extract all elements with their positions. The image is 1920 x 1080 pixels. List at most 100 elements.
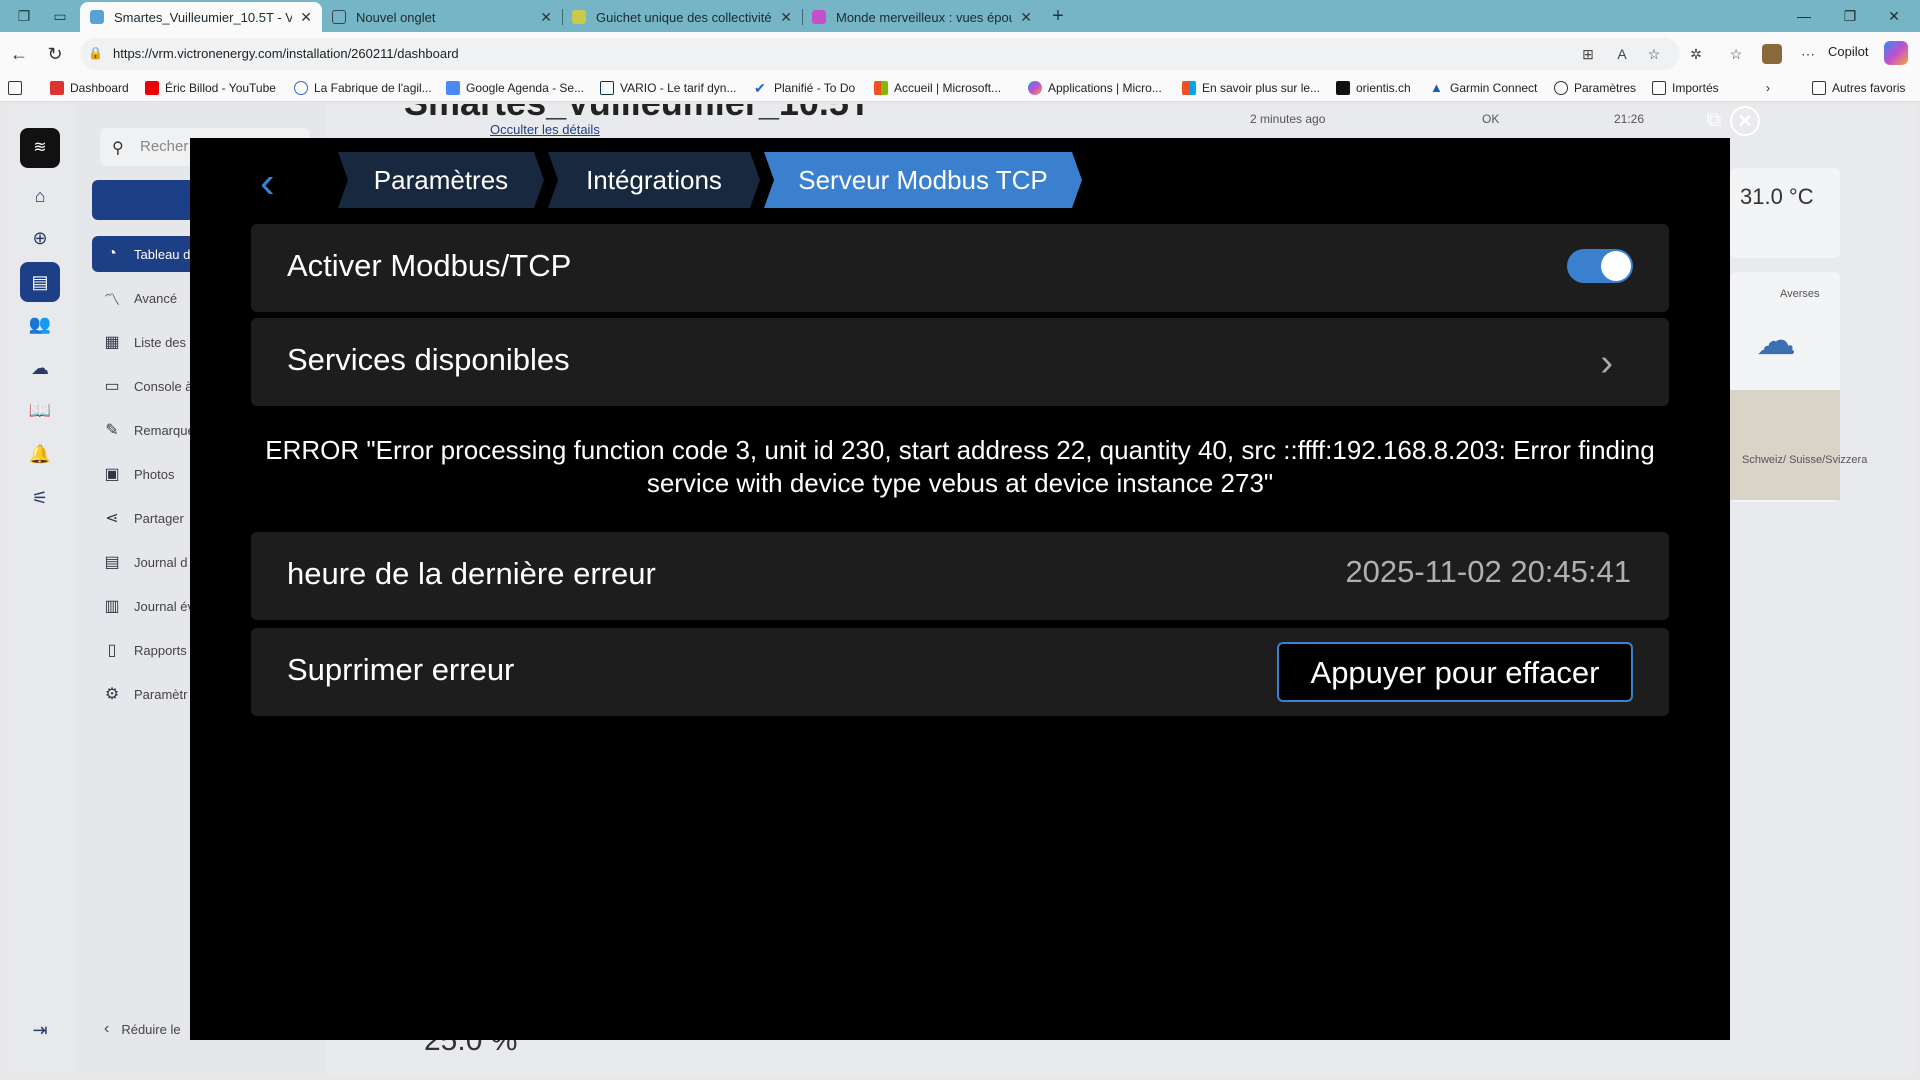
installation-icon[interactable]: ▤ xyxy=(20,262,60,302)
error-message: ERROR "Error processing function code 3,… xyxy=(265,435,1655,498)
extensions-icon[interactable]: ✲ xyxy=(1686,44,1706,64)
menu-label: Console à xyxy=(134,378,193,394)
vario-icon xyxy=(600,81,614,95)
menu-label: Rapports xyxy=(134,642,187,658)
sliders-icon[interactable]: ⚟ xyxy=(28,486,52,510)
note-icon: ✎ xyxy=(105,422,119,439)
bookmark-vario[interactable]: VARIO - Le tarif dyn... xyxy=(600,81,736,95)
microsoft-icon xyxy=(874,81,888,95)
bookmark-garmin[interactable]: ▲ Garmin Connect xyxy=(1430,80,1537,96)
home-icon[interactable]: ⌂ xyxy=(28,184,52,208)
bookmark-parametres[interactable]: Paramètres xyxy=(1554,81,1636,95)
read-aloud-icon[interactable]: A xyxy=(1612,44,1632,64)
close-tab-icon[interactable]: ✕ xyxy=(1020,9,1032,26)
back-arrow-icon[interactable]: ‹ xyxy=(260,158,290,208)
breadcrumb-integrations[interactable]: Intégrations xyxy=(548,152,760,208)
bookmark-dashboard[interactable]: Dashboard xyxy=(50,81,129,95)
address-bar-row: ← ↻ 🔒 https://vrm.victronenergy.com/inst… xyxy=(0,32,1920,76)
victron-logo-icon[interactable]: ≋ xyxy=(20,128,60,168)
copilot-icon[interactable] xyxy=(1884,41,1908,65)
weather-label: Averses xyxy=(1780,288,1820,300)
bookmark-importes[interactable]: Importés xyxy=(1652,81,1719,95)
local-time: 21:26 xyxy=(1614,112,1645,126)
close-window-icon[interactable]: ✕ xyxy=(1874,4,1914,28)
installation-title: Smartes_Vuilleumier_10.5T xyxy=(404,104,871,124)
search-icon: ⚲ xyxy=(112,140,124,157)
calendar-icon: ▥ xyxy=(104,598,120,615)
minimize-icon[interactable]: — xyxy=(1784,4,1824,28)
breadcrumb-modbus-tcp[interactable]: Serveur Modbus TCP xyxy=(764,152,1082,208)
breadcrumb-parametres[interactable]: Paramètres xyxy=(338,152,544,208)
back-icon[interactable]: ← xyxy=(8,43,30,65)
temperature-value: 31.0 °C xyxy=(1740,184,1814,209)
menu-label: Photos xyxy=(134,466,175,482)
bookmark-label: En savoir plus sur le... xyxy=(1202,81,1321,95)
hide-details-link[interactable]: Occulter les détails xyxy=(490,122,600,137)
bookmark-microsoft[interactable]: Accueil | Microsoft... xyxy=(874,81,1001,95)
bookmark-other-favorites[interactable]: Autres favoris xyxy=(1812,81,1905,95)
bookmark-label: Autres favoris xyxy=(1832,81,1906,95)
bookmark-orientis[interactable]: orientis.ch xyxy=(1336,81,1411,95)
apps-icon xyxy=(1028,81,1042,95)
bookmark-youtube[interactable]: Éric Billod - YouTube xyxy=(145,81,276,95)
logout-icon[interactable]: ⇥ xyxy=(28,1018,52,1042)
search-placeholder: Recher xyxy=(140,138,189,155)
bookmark-en-savoir-plus[interactable]: En savoir plus sur le... xyxy=(1182,81,1320,95)
bookmark-label: Importés xyxy=(1672,81,1719,95)
refresh-icon[interactable]: ↻ xyxy=(44,43,66,65)
check-icon: ✔ xyxy=(754,80,766,96)
folder-icon xyxy=(1652,81,1666,95)
url-field[interactable]: 🔒 https://vrm.victronenergy.com/installa… xyxy=(80,38,1680,70)
workspaces-icon[interactable]: ❐ xyxy=(14,6,34,26)
location-map[interactable] xyxy=(1730,390,1840,500)
enable-modbus-row[interactable]: Activer Modbus/TCP xyxy=(251,224,1669,312)
tab-monde[interactable]: Monde merveilleux : vues époust ✕ xyxy=(802,2,1042,32)
dashboard-icon xyxy=(50,81,64,95)
bookmarks-bar: Dashboard Éric Billod - YouTube La Fabri… xyxy=(0,76,1920,102)
copilot-button[interactable]: Copilot xyxy=(1828,44,1868,59)
garmin-icon: ▲ xyxy=(1430,80,1443,95)
chevron-right-icon[interactable]: › xyxy=(1766,81,1770,95)
bookmark-label: Accueil | Microsoft... xyxy=(894,81,1002,95)
bookmark-fabrique[interactable]: La Fabrique de l'agil... xyxy=(294,81,432,95)
team-icon[interactable]: 👥 xyxy=(28,312,52,336)
vertical-tabs-icon[interactable]: ▭ xyxy=(50,6,70,26)
enable-modbus-toggle[interactable] xyxy=(1567,249,1633,283)
favorite-star-icon[interactable]: ☆ xyxy=(1644,44,1664,64)
vrm-favicon-icon xyxy=(90,10,104,24)
last-error-time-row: heure de la dernière erreur 2025-11-02 2… xyxy=(251,532,1669,620)
bookmark-applications[interactable]: Applications | Micro... xyxy=(1028,81,1162,95)
menu-label: Tableau d xyxy=(134,246,191,262)
menu-label: Remarque xyxy=(134,422,195,438)
tab-guichet[interactable]: Guichet unique des collectivités p ✕ xyxy=(562,2,802,32)
collapse-menu-button[interactable]: ‹ Réduire le xyxy=(92,1020,181,1038)
page-favicon-icon xyxy=(332,10,346,24)
favorites-icon[interactable]: ☆ xyxy=(1726,44,1746,64)
close-tab-icon[interactable]: ✕ xyxy=(780,9,792,26)
bookmark-label: VARIO - Le tarif dyn... xyxy=(620,81,737,95)
close-icon[interactable]: ✕ xyxy=(1730,106,1760,136)
profile-avatar[interactable] xyxy=(1762,44,1782,64)
close-tab-icon[interactable]: ✕ xyxy=(300,9,312,26)
map-label: Schweiz/ Suisse/Svizzera xyxy=(1742,454,1868,466)
book-icon[interactable]: 📖 xyxy=(28,398,52,422)
close-tab-icon[interactable]: ✕ xyxy=(540,9,552,26)
restore-icon[interactable]: ❐ xyxy=(1830,4,1870,28)
bookmark-google-agenda[interactable]: Google Agenda - Se... xyxy=(446,81,584,95)
globe-icon xyxy=(1554,81,1568,95)
cloud-icon[interactable]: ☁ xyxy=(28,356,52,380)
more-options-icon[interactable]: ⋯ xyxy=(1798,44,1818,64)
calendar-icon xyxy=(446,81,460,95)
tab-vrm[interactable]: Smartes_Vuilleumier_10.5T - VRM ✕ xyxy=(80,2,322,32)
tab-new[interactable]: Nouvel onglet ✕ xyxy=(322,2,562,32)
clear-error-button[interactable]: Appuyer pour effacer xyxy=(1277,642,1633,702)
orientis-icon xyxy=(1336,81,1350,95)
reading-list-icon[interactable] xyxy=(8,81,28,95)
open-external-icon[interactable]: ⧉ xyxy=(1702,108,1726,132)
app-available-icon[interactable]: ⊞ xyxy=(1578,44,1598,64)
available-services-row[interactable]: Services disponibles › xyxy=(251,318,1669,406)
bell-icon[interactable]: 🔔 xyxy=(28,442,52,466)
bookmark-todo[interactable]: ✔ Planifié - To Do xyxy=(754,81,855,95)
add-icon[interactable]: ⊕ xyxy=(28,226,52,250)
new-tab-icon[interactable]: + xyxy=(1048,6,1068,26)
